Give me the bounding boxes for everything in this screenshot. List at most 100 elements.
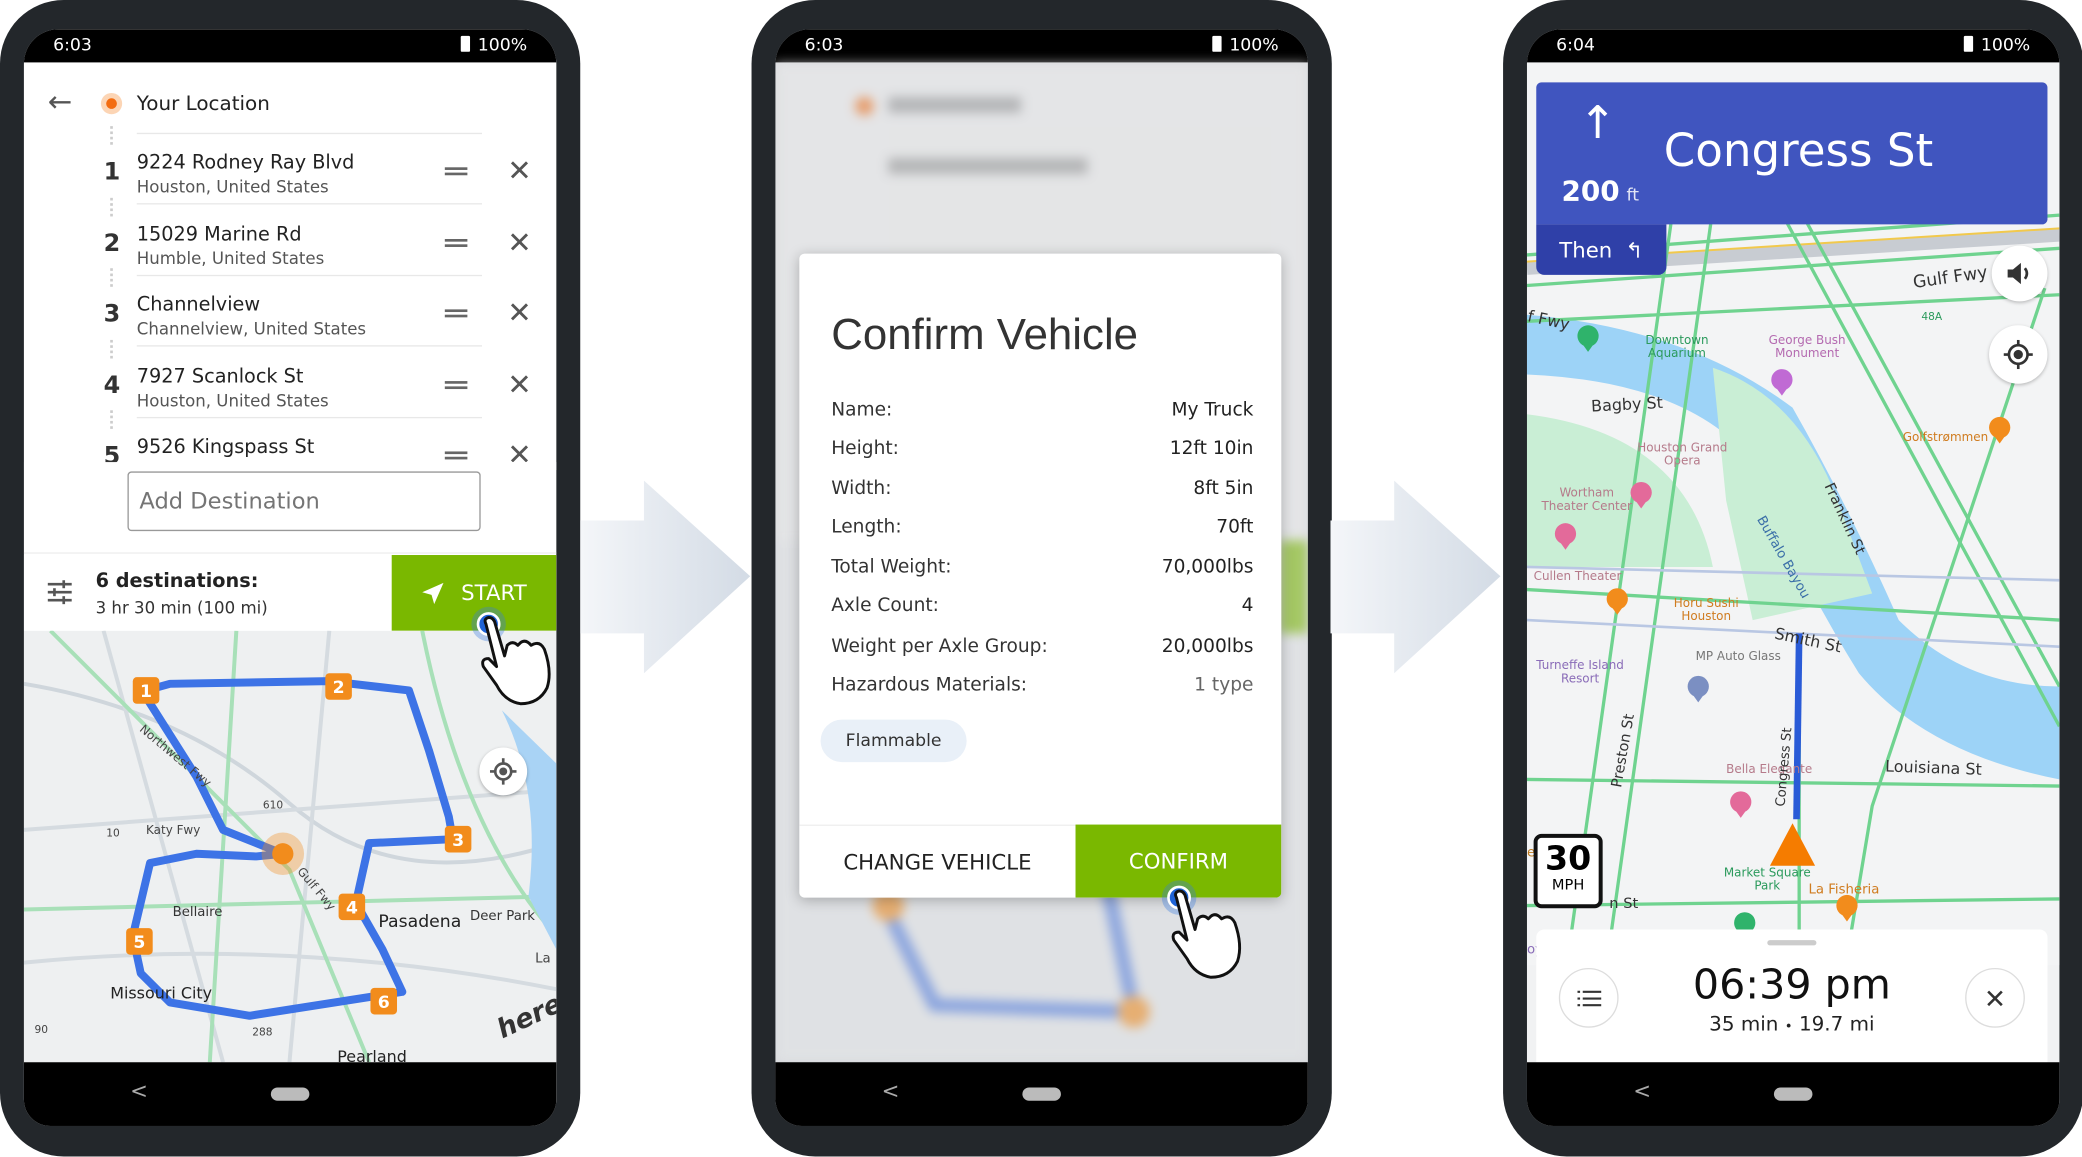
drag-handle-icon[interactable] (444, 167, 468, 176)
spec-value: 20,000lbs (1161, 636, 1254, 658)
map-label: Market Square Park (1723, 867, 1811, 895)
remove-stop-icon[interactable]: ✕ (507, 299, 531, 329)
start-label: START (461, 580, 527, 606)
remove-stop-icon[interactable]: ✕ (507, 157, 531, 187)
add-destination-input[interactable] (127, 471, 481, 532)
nav-home-button[interactable] (270, 1087, 310, 1101)
spec-label: Length: (831, 516, 902, 538)
map-label: Cullen Theater (1533, 570, 1622, 585)
nav-home-button[interactable] (1773, 1087, 1813, 1101)
stage: 6:03 100% ← Your Location 1 9224 Rodney R… (0, 0, 2082, 1157)
stop-subtitle: Channelview, United States (136, 318, 367, 339)
back-arrow-icon[interactable]: ← (48, 86, 72, 119)
stop-marker[interactable]: 5 (126, 928, 153, 955)
divider (136, 132, 482, 135)
battery-icon (1212, 35, 1222, 52)
phone-route-planner: 6:03 100% ← Your Location 1 9224 Rodney R… (0, 0, 581, 1157)
tap-cursor-icon (1160, 879, 1280, 999)
route-connector (110, 197, 113, 216)
map-label: Turneffe Island Resort (1536, 659, 1624, 687)
spec-value: 8ft 5in (1193, 478, 1254, 500)
svg-text:5: 5 (133, 933, 145, 953)
end-navigation-button[interactable]: ✕ (1965, 967, 2025, 1028)
route-connector (110, 339, 113, 358)
battery-status: 100% (1963, 35, 2031, 56)
vehicle-spec-row: Width: 8ft 5in (831, 478, 1253, 499)
route-connector (110, 126, 113, 145)
battery-level: 100% (477, 35, 528, 56)
map-label: George Bush Monument (1768, 334, 1846, 362)
tap-cursor-icon (470, 605, 590, 725)
drag-handle-icon[interactable] (444, 451, 468, 460)
vehicle-spec-row: Height: 12ft 10in (831, 438, 1253, 459)
status-time: 6:03 (53, 35, 92, 56)
vehicle-spec-row: Name: My Truck (831, 400, 1253, 421)
nav-home-button[interactable] (1022, 1087, 1061, 1101)
map-label: Katy Fwy (146, 824, 201, 838)
my-location-button[interactable] (1989, 325, 2048, 384)
flow-arrow-icon (1330, 480, 1501, 674)
stop-subtitle: Houston, United States (136, 389, 329, 410)
stop-subtitle: Houston, United States (136, 176, 329, 197)
remove-stop-icon[interactable]: ✕ (507, 370, 531, 400)
volume-button[interactable] (1991, 245, 2048, 302)
maneuver-banner: ↑ 200 ft Congress St (1536, 82, 2048, 225)
eta-time: 06:39 pm (1692, 961, 1891, 1010)
svg-text:2: 2 (333, 678, 345, 698)
spec-label: Width: (831, 478, 892, 500)
hazmat-chip-flammable: Flammable (820, 719, 967, 763)
battery-status: 100% (460, 35, 528, 56)
trip-panel: 06:39 pm 35 min • 19.7 mi ✕ (1536, 929, 2048, 1063)
stop-title: 7927 Scanlock St (136, 365, 304, 388)
origin-label: Your Location (136, 91, 270, 116)
route-options-icon[interactable] (46, 579, 73, 606)
spec-label: Total Weight: (831, 556, 952, 578)
map-label: MP Auto Glass (1695, 650, 1781, 664)
list-icon (1576, 990, 1601, 1006)
flow-arrow-icon (580, 480, 751, 674)
map-label: 10 (106, 827, 120, 840)
map-label: Bellaire (172, 905, 223, 921)
stop-marker[interactable]: 3 (444, 825, 472, 853)
spec-value: 70,000lbs (1161, 556, 1254, 578)
crosshair-icon (489, 758, 517, 785)
stop-marker[interactable]: 4 (338, 893, 366, 921)
divider (136, 345, 482, 347)
nav-back-icon[interactable]: < (130, 1078, 148, 1103)
stop-marker[interactable]: 1 (132, 677, 160, 704)
nav-back-icon[interactable]: < (1633, 1078, 1651, 1103)
battery-status: 100% (1212, 35, 1279, 56)
stop-number: 4 (103, 371, 121, 400)
maneuver-distance: 200 ft (1561, 175, 1640, 208)
spec-label: Height: (831, 438, 899, 460)
stop-marker[interactable]: 2 (325, 673, 352, 700)
spec-value: My Truck (1171, 399, 1254, 421)
battery-level: 100% (1980, 35, 2031, 56)
drag-handle-icon[interactable] (444, 380, 468, 389)
stop-number: 1 (103, 158, 121, 186)
phone-navigation: 6:04 100% Gulf Fwy f Fwy 48A Downtown Aquar… (1503, 0, 2082, 1157)
drag-handle-icon[interactable] (444, 238, 468, 247)
my-location-button[interactable] (479, 747, 528, 796)
change-vehicle-button[interactable]: CHANGE VEHICLE (799, 824, 1076, 898)
map-label: 288 (252, 1026, 273, 1039)
maneuver-list-button[interactable] (1558, 967, 1619, 1028)
map-label: Horu Sushi Houston (1673, 597, 1739, 625)
map-label: Pasadena (378, 912, 462, 933)
drag-handle-icon[interactable] (444, 309, 468, 318)
status-bar: 6:03 100% (23, 29, 557, 63)
battery-level: 100% (1229, 35, 1279, 56)
spec-label: Name: (831, 399, 893, 421)
map-label: La (535, 952, 551, 967)
confirm-vehicle-dialog: Confirm Vehicle Name: My Truck Height: 12ft… (799, 253, 1282, 898)
nav-back-icon[interactable]: < (882, 1078, 900, 1103)
vehicle-spec-row: Length: 70ft (831, 517, 1253, 538)
map-label: Bella Elegante (1726, 763, 1813, 777)
stop-marker[interactable]: 6 (370, 987, 398, 1015)
straight-arrow-icon: ↑ (1578, 96, 1617, 151)
drag-handle[interactable] (1767, 940, 1817, 946)
map-label: La Fisheria (1808, 882, 1880, 898)
route-connector (110, 268, 113, 287)
remove-stop-icon[interactable]: ✕ (507, 228, 531, 258)
map-label: Golfstrømmen (1902, 431, 1989, 445)
